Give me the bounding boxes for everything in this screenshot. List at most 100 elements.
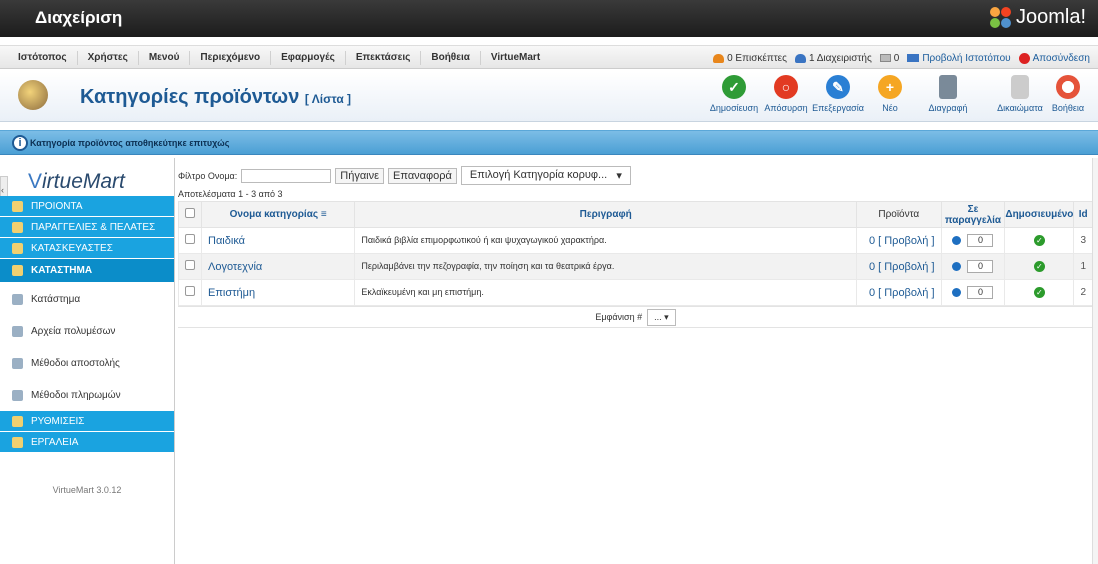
menu-virtuemart[interactable]: VirtueMart — [481, 51, 550, 65]
menu-help[interactable]: Βοήθεια — [421, 51, 481, 65]
admins-icon — [794, 53, 806, 63]
visitors-status[interactable]: 0 Επισκέπτες — [713, 53, 787, 64]
sidebar-item-settings[interactable]: ΡΥΘΜΙΣΕΙΣ — [0, 411, 174, 432]
published-icon[interactable]: ✓ — [1033, 261, 1045, 272]
sidebar-item-payment[interactable]: Μέθοδοι πληρωμών — [0, 379, 174, 411]
category-id: 2 — [1073, 279, 1093, 306]
wrench-icon — [12, 242, 23, 254]
orders-icon — [12, 221, 23, 233]
row-checkbox[interactable] — [185, 260, 195, 270]
filter-label: Φίλτρο Ονομα: — [178, 170, 238, 181]
info-icon: i — [12, 135, 28, 151]
order-input[interactable]: 0 — [967, 234, 994, 247]
publish-button[interactable]: ✓ Δημοσίευση — [708, 75, 760, 113]
page-subtitle: [ Λίστα ] — [304, 92, 352, 106]
filter-name-input[interactable] — [241, 168, 332, 183]
category-description: Περιλαμβάνει την πεζογραφία, την ποίηση … — [361, 261, 615, 271]
category-name-link[interactable]: Παιδικά — [208, 235, 245, 247]
row-checkbox[interactable] — [185, 234, 195, 244]
products-link[interactable]: 0 [ Προβολή ] — [856, 279, 942, 306]
col-id[interactable]: Id — [1073, 201, 1093, 228]
menu-users[interactable]: Χρήστες — [78, 51, 139, 65]
sidebar-item-tools[interactable]: ΕΡΓΑΛΕΙΑ — [0, 432, 174, 453]
admins-status[interactable]: 1 Διαχειριστής — [794, 53, 872, 64]
pagination-bar: Εμφάνιση # ... ▾ — [178, 306, 1093, 328]
view-site-link[interactable]: Προβολή Ιστοτόπου — [907, 53, 1011, 64]
menu-extensions[interactable]: Επεκτάσεις — [346, 51, 422, 65]
category-name-link[interactable]: Επιστήμη — [208, 287, 255, 299]
sidebar-item-products[interactable]: ΠΡΟΙΟΝΤΑ — [0, 196, 174, 217]
new-button[interactable]: + Νέο — [864, 75, 916, 113]
reset-button[interactable]: Επαναφορά — [388, 167, 457, 184]
col-description[interactable]: Περιγραφή — [354, 201, 858, 228]
message-text: Κατηγορία προϊόντος αποθηκεύτηκε επιτυχώ… — [30, 138, 230, 148]
sidebar-item-shipment[interactable]: Μέθοδοι αποστολής — [0, 347, 174, 379]
visitors-icon — [713, 53, 725, 63]
menu-menus[interactable]: Μενού — [139, 51, 191, 65]
virtuemart-logo: VirtueMart — [28, 170, 125, 193]
col-products: Προϊόντα — [856, 201, 942, 228]
help-button[interactable]: Βοήθεια — [1046, 75, 1090, 113]
unpublish-button[interactable]: ○ Απόσυρση — [760, 75, 812, 113]
select-all-checkbox[interactable] — [185, 208, 195, 218]
menu-content[interactable]: Περιεχόμενο — [190, 51, 272, 65]
menu-site[interactable]: Ιστότοπος — [8, 51, 78, 65]
sidebar-item-manufacturers[interactable]: ΚΑΤΑΣΚΕΥΑΣΤΕΣ — [0, 238, 174, 259]
settings-icon — [12, 415, 23, 427]
order-input[interactable]: 0 — [967, 260, 994, 273]
display-limit-select[interactable]: ... ▾ — [647, 308, 676, 326]
delete-button[interactable]: Διαγραφή — [916, 75, 980, 113]
edit-button[interactable]: ✎ Επεξεργασία — [812, 75, 864, 113]
messages-status[interactable]: 0 — [879, 53, 899, 64]
main-menu: Ιστότοπος Χρήστες Μενού Περιεχόμενο Εφαρ… — [0, 45, 1098, 69]
sidebar-item-orders[interactable]: ΠΑΡΑΓΓΕΛΙΕΣ & ΠΕΛΑΤΕΣ — [0, 217, 174, 238]
sidebar-item-store[interactable]: Κατάστημα — [0, 283, 174, 315]
unpublish-icon: ○ — [774, 75, 798, 99]
shop-icon — [12, 265, 23, 276]
table-row: Παιδικά Παιδικά βιβλία επιμορφωτικού ή κ… — [178, 227, 1093, 254]
select-all-cell — [178, 201, 202, 228]
sidebar-item-media[interactable]: Αρχεία πολυμέσων — [0, 315, 174, 347]
category-description: Παιδικά βιβλία επιμορφωτικού ή και ψυχαγ… — [361, 235, 607, 245]
col-published[interactable]: Δημοσιευμένο — [1004, 201, 1075, 228]
col-name[interactable]: Ονομα κατηγορίας ≡ — [200, 201, 356, 228]
display-label: Εμφάνιση # — [595, 312, 643, 322]
go-button[interactable]: Πήγαινε — [335, 167, 385, 184]
media-icon — [12, 325, 23, 337]
category-id: 1 — [1073, 253, 1093, 280]
order-input[interactable]: 0 — [967, 286, 994, 299]
mail-icon — [879, 54, 891, 62]
page-title: Κατηγορίες προϊόντων [ Λίστα ] — [80, 86, 352, 108]
order-handle-icon[interactable] — [952, 288, 962, 297]
table-row: Λογοτεχνία Περιλαμβάνει την πεζογραφία, … — [178, 253, 1093, 280]
tools-icon — [12, 436, 23, 448]
table-header-row: Ονομα κατηγορίας ≡ Περιγραφή Προϊόντα Σε… — [178, 201, 1093, 228]
permissions-button[interactable]: Δικαιώματα — [994, 75, 1046, 113]
logout-link[interactable]: Αποσύνδεση — [1018, 52, 1090, 64]
pencil-icon: ✎ — [826, 75, 850, 99]
page-scrollbar[interactable] — [1092, 158, 1098, 564]
order-handle-icon[interactable] — [952, 236, 962, 245]
joomla-logo[interactable]: Joomla! — [989, 6, 1086, 29]
payment-icon — [12, 389, 23, 401]
lock-icon — [1011, 75, 1029, 99]
category-icon — [18, 80, 48, 110]
published-icon[interactable]: ✓ — [1033, 287, 1045, 298]
col-ordering[interactable]: Σε παραγγελία — [940, 201, 1006, 228]
sidebar-item-shop[interactable]: ΚΑΤΑΣΤΗΜΑ — [0, 259, 174, 283]
products-link[interactable]: 0 [ Προβολή ] — [856, 253, 942, 280]
sort-icon: ≡ — [320, 209, 327, 220]
published-icon[interactable]: ✓ — [1033, 235, 1045, 246]
store-icon — [12, 293, 23, 305]
products-link[interactable]: 0 [ Προβολή ] — [856, 227, 942, 254]
row-checkbox[interactable] — [185, 286, 195, 296]
filter-bar: Φίλτρο Ονομα: Πήγαινε Επαναφορά Επιλογή … — [178, 166, 631, 185]
category-id: 3 — [1073, 227, 1093, 254]
order-handle-icon[interactable] — [952, 262, 962, 271]
version-label: VirtueMart 3.0.12 — [52, 485, 122, 495]
top-category-select[interactable]: Επιλογή Κατηγορία κορυφ... ▾ — [460, 166, 631, 185]
menu-components[interactable]: Εφαρμογές — [271, 51, 346, 65]
joomla-icon — [989, 6, 1012, 29]
admin-title: Διαχείριση — [35, 8, 123, 27]
category-name-link[interactable]: Λογοτεχνία — [208, 261, 262, 273]
